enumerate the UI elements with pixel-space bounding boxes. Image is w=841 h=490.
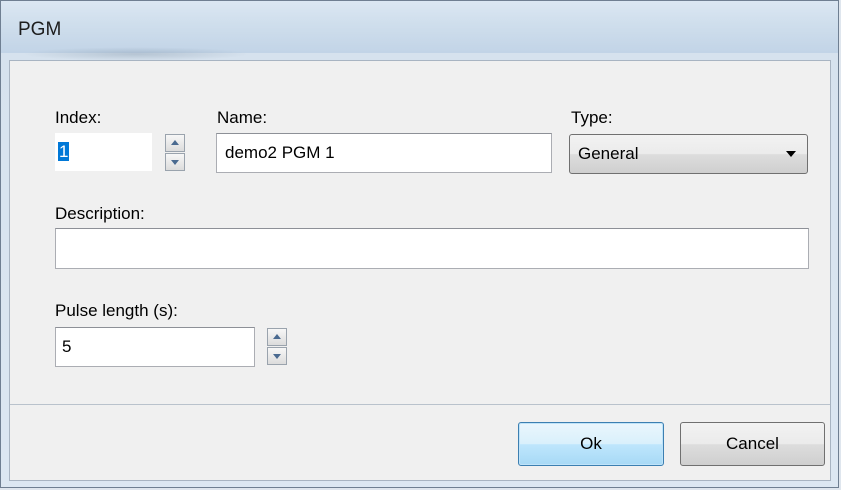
cancel-button[interactable]: Cancel (680, 422, 825, 466)
name-value: demo2 PGM 1 (225, 143, 335, 162)
pulse-spin-down-button[interactable] (267, 347, 287, 365)
spin-down-icon (273, 354, 281, 359)
index-spin-down-button[interactable] (165, 153, 185, 171)
chevron-down-icon (786, 151, 796, 157)
ok-button[interactable]: Ok (518, 422, 664, 466)
dialog-window: PGM Index: 1 Name: demo2 PGM 1 Type: Gen… (0, 0, 839, 488)
spin-down-icon (171, 160, 179, 165)
index-spin-up-button[interactable] (165, 134, 185, 152)
pulse-length-label: Pulse length (s): (55, 301, 178, 320)
pulse-length-value: 5 (62, 337, 72, 356)
type-label: Type: (571, 108, 613, 127)
name-input[interactable]: demo2 PGM 1 (216, 133, 552, 173)
pulse-spin-up-button[interactable] (267, 328, 287, 346)
description-label: Description: (55, 204, 145, 223)
dialog-body: Index: 1 Name: demo2 PGM 1 Type: General… (9, 60, 831, 481)
window-title: PGM (18, 19, 62, 40)
pulse-length-spinner[interactable] (267, 328, 287, 366)
spin-up-icon (273, 334, 281, 339)
index-field[interactable]: 1 (55, 133, 152, 171)
name-label: Name: (217, 108, 268, 127)
index-label: Index: (55, 108, 102, 127)
index-value: 1 (58, 142, 70, 161)
separator (10, 404, 830, 405)
type-value: General (578, 144, 639, 163)
type-select[interactable]: General (569, 134, 808, 174)
index-spinner[interactable] (165, 134, 185, 172)
title-bar[interactable]: PGM (1, 1, 838, 61)
description-input[interactable] (55, 228, 809, 269)
pulse-length-input[interactable]: 5 (55, 327, 255, 367)
spin-up-icon (171, 140, 179, 145)
title-glare (21, 47, 251, 61)
